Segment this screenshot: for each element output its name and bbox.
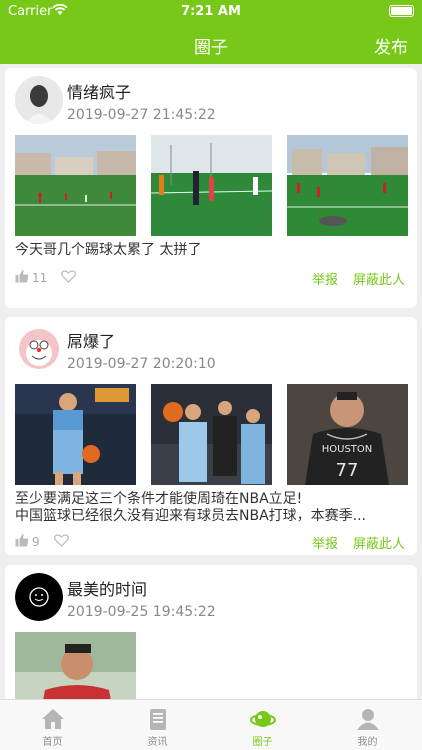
home-icon [40, 707, 66, 731]
avatar[interactable] [15, 573, 63, 621]
like-count: 9 [32, 534, 40, 549]
post-image[interactable] [287, 135, 408, 236]
post-username[interactable]: 屌爆了 [67, 328, 115, 352]
post-username[interactable]: 最美的时间 [67, 576, 147, 600]
profile-icon [355, 707, 381, 731]
avatar[interactable] [15, 325, 63, 373]
like-button[interactable]: 11 [15, 269, 77, 286]
post-card[interactable]: 最美的时间 2019-09-25 19:45:22 [5, 565, 417, 699]
block-user-button[interactable]: 屏蔽此人 [353, 269, 405, 288]
tab-profile[interactable]: 我的 [315, 700, 420, 750]
like-button[interactable]: 9 [15, 533, 69, 550]
block-user-button[interactable]: 屏蔽此人 [353, 533, 405, 552]
post-image[interactable]: HOUSTON 77 [287, 384, 408, 485]
heart-icon[interactable] [61, 269, 77, 286]
tab-news[interactable]: 资讯 [105, 700, 210, 750]
post-text: 今天哥几个踢球太累了 太拼了 [15, 242, 410, 259]
thumbs-up-icon [15, 533, 29, 550]
post-text: 至少要满足这三个条件才能使周琦在NBA立足! 中国篮球已经很久没有迎来有球员去N… [15, 491, 410, 525]
post-text-line: 中国篮球已经很久没有迎来有球员去NBA打球，本赛季... [15, 508, 367, 524]
post-image[interactable] [15, 135, 136, 236]
jersey-number: 77 [336, 460, 359, 481]
clock: 7:21 AM [181, 4, 241, 19]
tab-label: 我的 [357, 737, 378, 748]
tab-label: 资讯 [147, 737, 168, 748]
tab-bar: 首页 资讯 圈子 我的 [0, 699, 422, 750]
post-username[interactable]: 情绪疯子 [67, 79, 131, 103]
report-button[interactable]: 举报 [312, 533, 338, 552]
tab-label: 圈子 [252, 737, 273, 748]
avatar[interactable] [15, 76, 63, 124]
status-bar: Carrier 7:21 AM [0, 0, 422, 24]
post-time: 2019-09-27 20:20:10 [67, 356, 216, 372]
post-card[interactable]: 情绪疯子 2019-09-27 21:45:22 今天哥几个踢球太累了 太拼了 … [5, 68, 417, 308]
nav-bar: 圈子 发布 [0, 24, 422, 64]
like-count: 11 [32, 270, 48, 285]
publish-button[interactable]: 发布 [374, 33, 408, 58]
post-image[interactable] [15, 632, 136, 699]
circle-icon [249, 707, 276, 731]
page-title: 圈子 [194, 38, 228, 58]
post-time: 2019-09-25 19:45:22 [67, 604, 216, 620]
tab-label: 首页 [42, 737, 63, 748]
post-text-line: 至少要满足这三个条件才能使周琦在NBA立足! [15, 491, 303, 507]
post-text-line: 今天哥几个踢球太累了 太拼了 [15, 242, 202, 258]
battery-icon [389, 5, 414, 17]
post-image[interactable] [151, 384, 272, 485]
post-feed[interactable]: 情绪疯子 2019-09-27 21:45:22 今天哥几个踢球太累了 太拼了 … [0, 64, 422, 699]
jersey-name: HOUSTON [322, 444, 373, 455]
post-actions: 9 举报 屏蔽此人 [15, 533, 410, 552]
post-time: 2019-09-27 21:45:22 [67, 107, 216, 123]
post-image[interactable] [151, 135, 272, 236]
thumbs-up-icon [15, 269, 29, 286]
post-actions: 11 举报 屏蔽此人 [15, 269, 410, 288]
tab-circle[interactable]: 圈子 [210, 700, 315, 750]
post-card[interactable]: 屌爆了 2019-09-27 20:20:10 HOUSTON 77 至少要满足这… [5, 317, 417, 555]
post-image[interactable] [15, 384, 136, 485]
tab-home[interactable]: 首页 [0, 700, 105, 750]
heart-icon[interactable] [53, 533, 69, 550]
report-button[interactable]: 举报 [312, 269, 338, 288]
news-icon [145, 707, 171, 731]
